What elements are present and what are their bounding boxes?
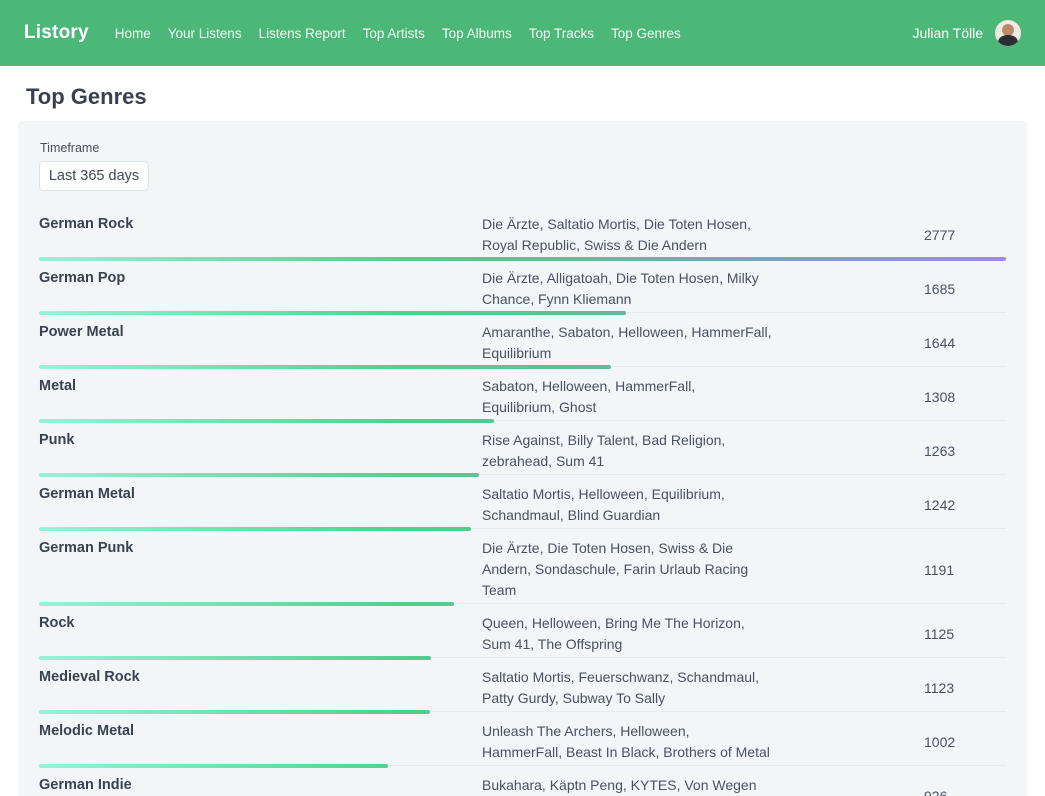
genre-row: Melodic Metal Unleash The Archers, Hello… (39, 712, 1006, 766)
genre-row: Medieval Rock Saltatio Mortis, Feuerschw… (39, 658, 1006, 712)
page-title: Top Genres (26, 84, 1019, 110)
genre-artists: Amaranthe, Sabaton, Helloween, HammerFal… (482, 322, 772, 364)
genre-row: German Metal Saltatio Mortis, Helloween,… (39, 475, 1006, 529)
genre-artists: Bukahara, Käptn Peng, KYTES, Von Wegen L… (482, 775, 772, 796)
genre-table: German Rock Die Ärzte, Saltatio Mortis, … (39, 205, 1006, 796)
genre-name: Melodic Metal (39, 721, 482, 763)
genre-row: German Rock Die Ärzte, Saltatio Mortis, … (39, 205, 1006, 259)
genre-name: Medieval Rock (39, 667, 482, 709)
genre-row: German Indie Bukahara, Käptn Peng, KYTES… (39, 766, 1006, 796)
genre-artists: Sabaton, Helloween, HammerFall, Equilibr… (482, 376, 772, 418)
genre-artists: Die Ärzte, Saltatio Mortis, Die Toten Ho… (482, 214, 772, 256)
genre-count: 1002 (924, 734, 955, 750)
genre-progress-bar (39, 764, 388, 768)
genre-row: German Punk Die Ärzte, Die Toten Hosen, … (39, 529, 1006, 604)
top-genres-page: Top Genres Timeframe Last 365 days Germa… (0, 84, 1045, 796)
genre-progress-bar (39, 602, 454, 606)
nav-item-your-listens[interactable]: Your Listens (168, 26, 242, 41)
genre-count: 1308 (924, 389, 955, 405)
nav-item-top-tracks[interactable]: Top Tracks (529, 26, 594, 41)
genre-progress-bar (39, 656, 431, 660)
timeframe-filter: Timeframe Last 365 days (39, 141, 1006, 191)
nav-item-top-genres[interactable]: Top Genres (611, 26, 681, 41)
genre-row: German Pop Die Ärzte, Alligatoah, Die To… (39, 259, 1006, 313)
app-logo[interactable]: Listory (24, 22, 89, 44)
app-header: Listory Home Your Listens Listens Report To… (0, 0, 1045, 66)
avatar-body-shape (998, 35, 1018, 46)
nav-item-top-artists[interactable]: Top Artists (363, 26, 425, 41)
genre-name: Rock (39, 613, 482, 655)
genre-artists: Rise Against, Billy Talent, Bad Religion… (482, 430, 772, 472)
nav-item-top-albums[interactable]: Top Albums (442, 26, 512, 41)
genre-progress-bar (39, 473, 479, 477)
genre-progress-bar (39, 257, 1006, 261)
user-avatar[interactable] (995, 20, 1021, 46)
genre-artists: Saltatio Mortis, Helloween, Equilibrium,… (482, 484, 772, 526)
main-nav: Home Your Listens Listens Report Top Artist… (115, 26, 681, 41)
timeframe-select[interactable]: Last 365 days (39, 161, 149, 191)
genre-count: 1263 (924, 443, 955, 459)
genre-row: Power Metal Amaranthe, Sabaton, Hellowee… (39, 313, 1006, 367)
genre-count: 1644 (924, 335, 955, 351)
genre-count: 1125 (924, 626, 954, 642)
genre-count: 1685 (924, 281, 955, 297)
genre-artists: Unleash The Archers, Helloween, HammerFa… (482, 721, 772, 763)
nav-item-home[interactable]: Home (115, 26, 151, 41)
genre-artists: Die Ärzte, Alligatoah, Die Toten Hosen, … (482, 268, 772, 310)
genre-count: 2777 (924, 227, 955, 243)
user-name[interactable]: Julian Tölle (912, 25, 983, 41)
genre-count: 1123 (924, 680, 954, 696)
genre-name: German Indie (39, 775, 482, 796)
genre-count: 1191 (924, 562, 954, 578)
genre-progress-bar (39, 365, 611, 369)
genre-name: German Punk (39, 538, 482, 601)
genre-name: German Pop (39, 268, 482, 310)
genre-name: Punk (39, 430, 482, 472)
genre-count: 1242 (924, 497, 955, 513)
genre-artists: Queen, Helloween, Bring Me The Horizon, … (482, 613, 772, 655)
top-genres-card: Timeframe Last 365 days German Rock Die … (18, 121, 1027, 796)
genre-progress-bar (39, 710, 430, 714)
genre-name: German Rock (39, 214, 482, 256)
timeframe-label: Timeframe (39, 141, 1006, 155)
genre-name: German Metal (39, 484, 482, 526)
genre-artists: Die Ärzte, Die Toten Hosen, Swiss & Die … (482, 538, 772, 601)
genre-progress-bar (39, 311, 626, 315)
genre-name: Metal (39, 376, 482, 418)
genre-progress-bar (39, 419, 494, 423)
genre-row: Metal Sabaton, Helloween, HammerFall, Eq… (39, 367, 1006, 421)
genre-row: Punk Rise Against, Billy Talent, Bad Rel… (39, 421, 1006, 475)
nav-item-listens-report[interactable]: Listens Report (259, 26, 346, 41)
genre-artists: Saltatio Mortis, Feuerschwanz, Schandmau… (482, 667, 772, 709)
genre-count: 926 (924, 788, 947, 796)
genre-progress-bar (39, 527, 471, 531)
genre-name: Power Metal (39, 322, 482, 364)
genre-row: Rock Queen, Helloween, Bring Me The Hori… (39, 604, 1006, 658)
user-area: Julian Tölle (912, 20, 1021, 46)
